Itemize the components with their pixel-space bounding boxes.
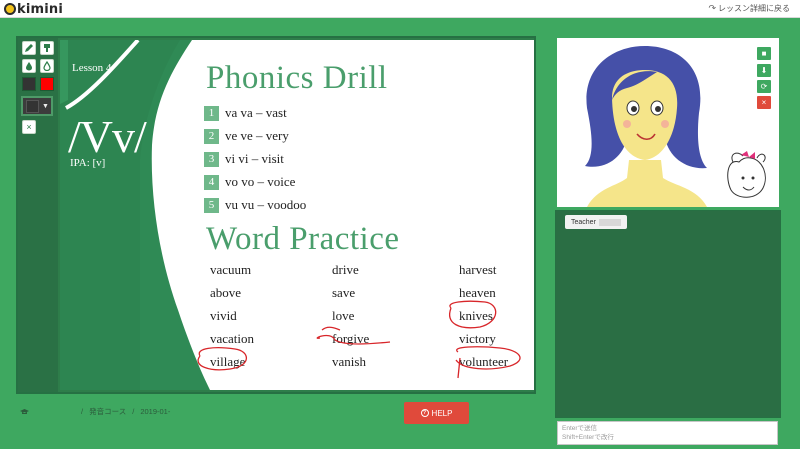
breadcrumb: / 発音コース / 2019-01- — [20, 406, 170, 417]
drill-item: 1 va va – vast — [204, 105, 287, 121]
back-to-lesson-link[interactable]: ↷ レッスン詳細に戻る — [708, 3, 790, 14]
drill-number: 5 — [204, 197, 219, 213]
share-arrow-icon: ↷ — [708, 3, 716, 13]
refresh-button[interactable]: ⟳ — [757, 80, 771, 93]
drawing-toolbar: ▼ × — [18, 38, 58, 392]
redacted-name — [598, 218, 621, 226]
drill-text: ve ve – very — [225, 128, 289, 143]
brush-size-preview — [26, 99, 39, 113]
chat-message: Teacher — [565, 215, 627, 229]
practice-word: victory — [459, 331, 496, 346]
pencil-icon — [25, 44, 33, 52]
drill-number: 3 — [204, 151, 219, 167]
camera-icon: ■ — [761, 49, 767, 58]
breadcrumb-sep-1: / — [81, 407, 84, 416]
drill-number: 4 — [204, 174, 219, 190]
eraser-icon — [44, 44, 50, 52]
practice-word: volunteer — [459, 354, 509, 369]
help-circle-icon: ? — [420, 409, 429, 417]
drill-item: 2 ve ve – very — [204, 128, 289, 144]
practice-word: village — [210, 354, 246, 369]
caret-down-icon: ▼ — [42, 102, 49, 110]
brush-size-select[interactable]: ▼ — [21, 96, 53, 116]
breadcrumb-course[interactable]: 発音コース — [89, 406, 126, 417]
practice-word: heaven — [459, 285, 496, 300]
video-panel: ■ ⬇ ⟳ × — [555, 36, 781, 209]
practice-word: knives — [459, 308, 493, 323]
drill-number: 1 — [204, 105, 219, 121]
close-icon: × — [761, 98, 767, 107]
practice-word: vivid — [210, 308, 237, 323]
practice-title: Word Practice — [206, 221, 400, 257]
drop-fill-icon — [43, 61, 51, 71]
drill-title: Phonics Drill — [206, 60, 388, 96]
drill-number: 2 — [204, 128, 219, 144]
target-phoneme: /Vv/ — [68, 111, 147, 162]
drill-text: vi vi – visit — [225, 151, 284, 166]
top-bar: kimini ↷ レッスン詳細に戻る — [0, 0, 800, 18]
practice-word: drive — [332, 262, 359, 277]
practice-word: vacation — [210, 331, 255, 346]
logo[interactable]: kimini — [4, 1, 63, 17]
breadcrumb-sep-2: / — [132, 407, 135, 416]
chat-input[interactable]: Enterで送信 Shift+Enterで改行 — [557, 421, 778, 445]
drill-text: vo vo – voice — [225, 174, 296, 189]
drop-outline-icon — [26, 62, 32, 71]
pencil-tool[interactable] — [22, 41, 36, 55]
clear-board-button[interactable]: × — [22, 120, 36, 134]
drill-item: 4 vo vo – voice — [204, 174, 295, 190]
download-button[interactable]: ⬇ — [757, 64, 771, 77]
practice-word: love — [332, 308, 355, 323]
breadcrumb-date: 2019-01- — [140, 407, 171, 416]
download-icon: ⬇ — [760, 66, 768, 75]
logo-mark-icon — [4, 3, 16, 15]
close-button[interactable]: × — [757, 96, 771, 109]
opacity-tool[interactable] — [40, 59, 54, 73]
chat-sender: Teacher — [571, 218, 596, 226]
back-link-label: レッスン詳細に戻る — [718, 4, 790, 13]
camera-button[interactable]: ■ — [757, 47, 771, 60]
refresh-icon: ⟳ — [760, 82, 768, 91]
drill-item: 3 vi vi – visit — [204, 151, 284, 167]
drill-text: vu vu – voodoo — [225, 197, 307, 212]
chat-panel: Teacher — [555, 210, 781, 418]
fill-tool[interactable] — [22, 59, 36, 73]
help-button[interactable]: ? HELP — [404, 402, 469, 424]
practice-word: vacuum — [210, 262, 252, 277]
practice-word: forgive — [332, 331, 370, 346]
practice-word: harvest — [459, 262, 497, 277]
graduation-cap-icon — [20, 409, 29, 414]
color-swatch-dark[interactable] — [22, 77, 36, 91]
whiteboard: ▼ × Lesson 4 /Vv/ IPA: [v] Phonics Drill… — [16, 36, 536, 394]
logo-text: kimini — [17, 1, 64, 17]
ipa-label: IPA: [v] — [70, 157, 106, 169]
lesson-label: Lesson 4 — [72, 62, 112, 74]
drill-item: 5 vu vu – voodoo — [204, 197, 306, 213]
eraser-tool[interactable] — [40, 41, 54, 55]
lesson-slide: Lesson 4 /Vv/ IPA: [v] Phonics Drill 1 va… — [60, 40, 534, 390]
practice-word: save — [332, 285, 356, 300]
practice-word: vanish — [332, 354, 366, 369]
practice-word: above — [210, 285, 242, 300]
drill-text: va va – vast — [225, 105, 287, 120]
teacher-avatar-illustration — [585, 46, 766, 207]
help-label: HELP — [431, 408, 453, 418]
color-swatch-red[interactable] — [40, 77, 54, 91]
